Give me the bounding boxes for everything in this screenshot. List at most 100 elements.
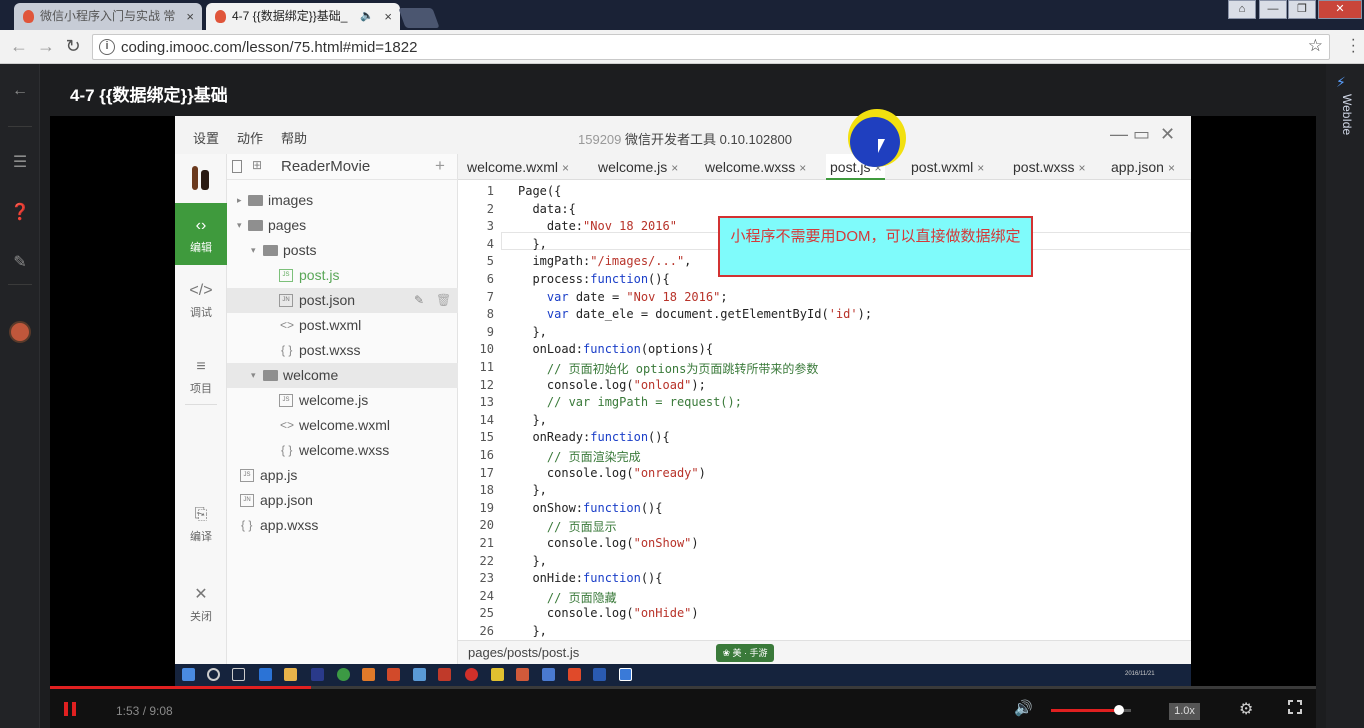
volume-icon[interactable]: 🔊 [1014,699,1033,717]
tab-welcome-wxml[interactable]: welcome.wxml × [467,154,569,180]
volume-knob[interactable] [1114,705,1124,715]
app-icon[interactable] [362,668,375,681]
close-icon[interactable]: ✕ [1160,124,1175,145]
tab-app-json[interactable]: app.json × [1111,154,1175,180]
code-line[interactable]: Page({ [518,184,561,198]
code-line[interactable]: // 页面显示 [518,518,617,535]
settings-gear-icon[interactable]: ⚙ [1239,699,1253,719]
code-line[interactable]: }, [518,413,546,427]
code-line[interactable]: console.log("onload"); [518,378,706,392]
code-line[interactable]: imgPath:"/images/...", [518,254,691,268]
url-text[interactable]: coding.imooc.com/lesson/75.html#mid=1822 [121,39,417,56]
app-icon[interactable] [516,668,529,681]
browser-menu-icon[interactable]: · · · [1351,32,1356,60]
code-line[interactable]: console.log("onShow") [518,536,699,550]
code-line[interactable]: onShow:function(){ [518,501,662,515]
forward-arrow-icon[interactable]: → [35,36,57,57]
menu-help[interactable]: 帮助 [281,128,307,147]
wechat-devtools-icon[interactable] [619,668,632,681]
code-line[interactable]: }, [518,325,546,339]
info-icon[interactable]: i [99,39,115,55]
audio-playing-icon[interactable]: 🔈 [360,3,374,30]
tree-file-post-wxml[interactable]: <> post.wxml [227,313,458,338]
code-line[interactable]: console.log("onready") [518,466,706,480]
tab-close-icon[interactable]: × [1078,161,1085,175]
nav-close[interactable]: ✕ 关闭 [175,584,227,624]
user-profile-button[interactable]: ⌂ [1228,0,1256,19]
delete-icon[interactable]: 🗑 [436,288,451,313]
code-line[interactable]: }, [518,624,546,638]
volume-slider[interactable] [1051,705,1131,715]
tree-folder-pages[interactable]: ▾ pages [227,213,458,238]
code-line[interactable]: date:"Nov 18 2016" [518,219,677,233]
tree-file-post-js[interactable]: JS post.js [227,263,458,288]
code-line[interactable]: onLoad:function(options){ [518,342,713,356]
code-line[interactable]: process:function(){ [518,272,669,286]
tree-file-app-json[interactable]: JN app.json [227,488,458,513]
tree-toggle-icon[interactable]: ⊞ [252,158,262,172]
edit-pencil-icon[interactable]: ✎ [10,252,30,272]
avatar[interactable] [9,321,31,343]
code-line[interactable]: onReady:function(){ [518,430,669,444]
address-bar[interactable]: i coding.imooc.com/lesson/75.html#mid=18… [92,34,1330,60]
app-icon[interactable] [568,668,581,681]
code-line[interactable]: data:{ [518,202,575,216]
maximize-button[interactable]: ❐ [1288,0,1316,19]
nav-project[interactable]: ≡ 项目 [175,358,227,396]
tree-file-app-wxss[interactable]: { } app.wxss [227,513,458,538]
code-line[interactable]: }, [518,237,546,251]
browser-tab-course[interactable]: 微信小程序入门与实战 常 × [14,3,202,30]
tree-file-welcome-wxml[interactable]: <> welcome.wxml [227,413,458,438]
tree-folder-posts[interactable]: ▾ posts [227,238,458,263]
tab-close-icon[interactable]: × [1168,161,1175,175]
folder-icon[interactable] [284,668,297,681]
app-icon[interactable] [465,668,478,681]
maximize-icon[interactable]: ▭ [1133,124,1150,145]
close-window-button[interactable]: ✕ [1318,0,1362,19]
edge-icon[interactable] [259,668,272,681]
video-player[interactable]: 设置 动作 帮助 159209 微信开发者工具 0.10.102800 — ▭ … [50,116,1316,686]
new-tab-button[interactable] [398,8,440,28]
word-icon[interactable] [593,668,606,681]
code-line[interactable]: var date = "Nov 18 2016"; [518,290,728,304]
playback-speed-button[interactable]: 1.0x [1169,703,1200,720]
app-icon[interactable] [542,668,555,681]
tab-close-icon[interactable]: × [384,3,392,30]
reload-icon[interactable]: ↻ [62,36,84,57]
back-arrow-icon[interactable]: ← [8,36,30,57]
tab-welcome-wxss[interactable]: welcome.wxss × [705,154,806,180]
menu-list-icon[interactable]: ☰ [10,152,30,172]
progress-bar[interactable] [50,686,1316,689]
webide-label[interactable]: WebIde [1340,94,1354,135]
tab-post-wxss[interactable]: post.wxss × [1013,154,1085,180]
minimize-icon[interactable]: — [1110,124,1128,145]
code-line[interactable]: // 页面初始化 options为页面跳转所带来的参数 [518,360,818,377]
pause-icon[interactable] [64,702,78,716]
tree-file-welcome-wxss[interactable]: { } welcome.wxss [227,438,458,463]
tree-file-post-wxss[interactable]: { } post.wxss [227,338,458,363]
code-line[interactable]: var date_ele = document.getElementById('… [518,307,872,321]
browser-tab-lesson[interactable]: 4-7 {{数据绑定}}基础_ 🔈 × [206,3,400,30]
app-icon[interactable] [387,668,400,681]
bookmark-star-icon[interactable]: ☆ [1308,36,1323,56]
app-icon[interactable] [491,668,504,681]
code-line[interactable]: // 页面隐藏 [518,589,617,606]
tab-close-icon[interactable]: × [671,161,678,175]
tab-close-icon[interactable]: × [186,3,194,30]
tab-welcome-js[interactable]: welcome.js × [598,154,678,180]
task-view-icon[interactable] [232,668,245,681]
minimize-button[interactable]: — [1259,0,1287,19]
code-line[interactable]: }, [518,554,546,568]
search-icon[interactable] [207,668,220,681]
rename-icon[interactable]: ✎ [414,288,424,313]
tree-file-post-json[interactable]: JN post.json ✎ 🗑 [227,288,458,313]
menu-actions[interactable]: 动作 [237,128,263,147]
code-line[interactable]: // var imgPath = request(); [518,395,742,409]
phone-icon[interactable] [232,160,242,173]
app-icon[interactable] [438,668,451,681]
tree-folder-images[interactable]: ▸ images [227,188,458,213]
lightning-icon[interactable]: ⚡ [1336,74,1346,91]
code-line[interactable]: // 页面渲染完成 [518,448,641,465]
code-line[interactable]: }, [518,483,546,497]
tree-folder-welcome[interactable]: ▾ welcome [227,363,458,388]
